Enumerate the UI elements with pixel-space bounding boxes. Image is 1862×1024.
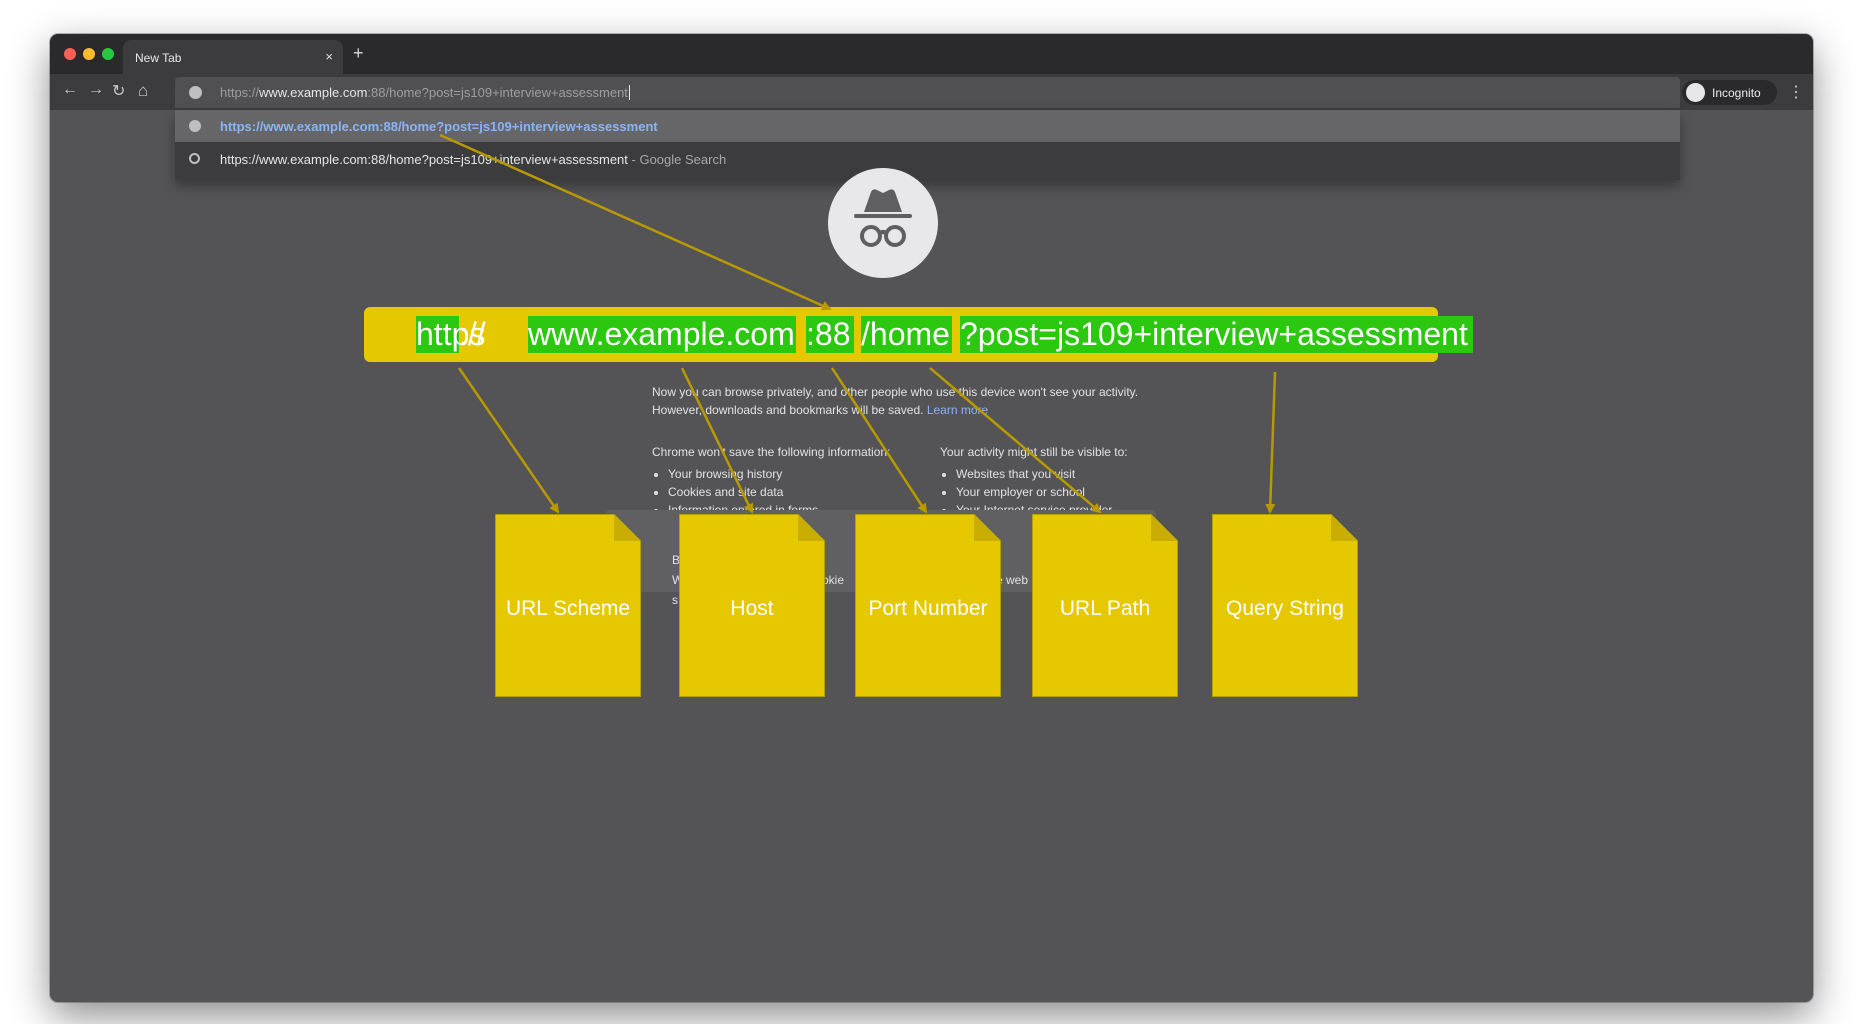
note-label: Host: [730, 597, 774, 620]
search-icon: [189, 153, 200, 164]
suggestion-text: https://www.example.com:88/home?post=js1…: [220, 152, 727, 167]
suggestion-text: https://www.example.com:88/home?post=js1…: [220, 119, 658, 134]
menu-icon[interactable]: ⋮: [1788, 82, 1804, 102]
incognito-icon: [828, 168, 938, 278]
tab-close-icon[interactable]: ×: [325, 49, 333, 64]
note-url-scheme: URL Scheme: [495, 514, 641, 697]
url-breakdown-banner: https :// www.example.com :88 /home ?pos…: [364, 307, 1473, 362]
not-saved-list: Chrome won't save the following informat…: [652, 443, 922, 519]
globe-icon: [189, 120, 201, 132]
incognito-intro: Now you can browse privately, and other …: [652, 383, 1138, 419]
url-segment-host: www.example.com: [528, 316, 796, 353]
tab-title: New Tab: [135, 51, 182, 65]
back-icon[interactable]: ←: [62, 81, 78, 99]
list-item: Your employer or school: [956, 483, 1210, 501]
url-segment-port: :88: [806, 316, 854, 353]
note-query-string: Query String: [1212, 514, 1358, 697]
url-segment-query: ?post=js109+interview+assessment: [960, 316, 1473, 353]
note-host: Host: [679, 514, 825, 697]
toolbar: ← → ↻ ⌂ https://www.example.com:88/home?…: [50, 74, 1813, 110]
url-segment-path: /home: [861, 316, 952, 353]
close-window-button[interactable]: [64, 48, 76, 60]
list-item: Websites that you visit: [956, 465, 1210, 483]
profile-button[interactable]: Incognito: [1682, 80, 1777, 105]
cookie-text-fragment: s: [672, 593, 678, 607]
tab-new-tab[interactable]: New Tab ×: [123, 40, 343, 74]
intro-line: However, downloads and bookmarks will be…: [652, 403, 989, 417]
note-label: Port Number: [868, 597, 988, 620]
home-icon[interactable]: ⌂: [138, 81, 148, 101]
address-bar[interactable]: https://www.example.com:88/home?post=js1…: [175, 77, 1680, 108]
learn-more-link[interactable]: Learn more: [927, 403, 988, 417]
note-url-path: URL Path: [1032, 514, 1178, 697]
visible-to-list: Your activity might still be visible to:…: [940, 443, 1210, 519]
list-item: Cookies and site data: [668, 483, 922, 501]
url-host-text: www.example.com: [259, 85, 368, 100]
list-heading: Your activity might still be visible to:: [940, 445, 1128, 459]
note-label: URL Path: [1059, 597, 1151, 620]
list-heading: Chrome won't save the following informat…: [652, 445, 891, 459]
url-rest-text: :88/home?post=js109+interview+assessment: [367, 85, 628, 100]
address-bar-text[interactable]: https://www.example.com:88/home?post=js1…: [220, 85, 630, 100]
new-tab-button[interactable]: +: [353, 43, 364, 64]
globe-icon: [189, 86, 202, 99]
note-label: URL Scheme: [505, 597, 631, 620]
intro-line: Now you can browse privately, and other …: [652, 385, 1139, 399]
reload-icon[interactable]: ↻: [112, 81, 125, 101]
list-item: Your browsing history: [668, 465, 922, 483]
tab-strip: New Tab × +: [50, 34, 1813, 74]
profile-label: Incognito: [1712, 86, 1761, 100]
maximize-window-button[interactable]: [102, 48, 114, 60]
incognito-hat-glasses-icon: [854, 189, 912, 247]
text-caret: [628, 85, 630, 100]
url-segment-scheme: https: [416, 316, 486, 353]
note-port-number: Port Number: [855, 514, 1001, 697]
cookie-text-fragment: okie: [822, 573, 845, 587]
url-scheme-text: https://: [220, 85, 260, 100]
cookie-text-fragment: B: [672, 553, 681, 567]
suggestion-item[interactable]: https://www.example.com:88/home?post=js1…: [175, 110, 1680, 142]
minimize-window-button[interactable]: [83, 48, 95, 60]
forward-icon[interactable]: →: [88, 81, 104, 99]
url-scheme-separator: ://: [459, 316, 486, 352]
note-label: Query String: [1226, 597, 1344, 620]
incognito-icon: [1686, 83, 1705, 102]
